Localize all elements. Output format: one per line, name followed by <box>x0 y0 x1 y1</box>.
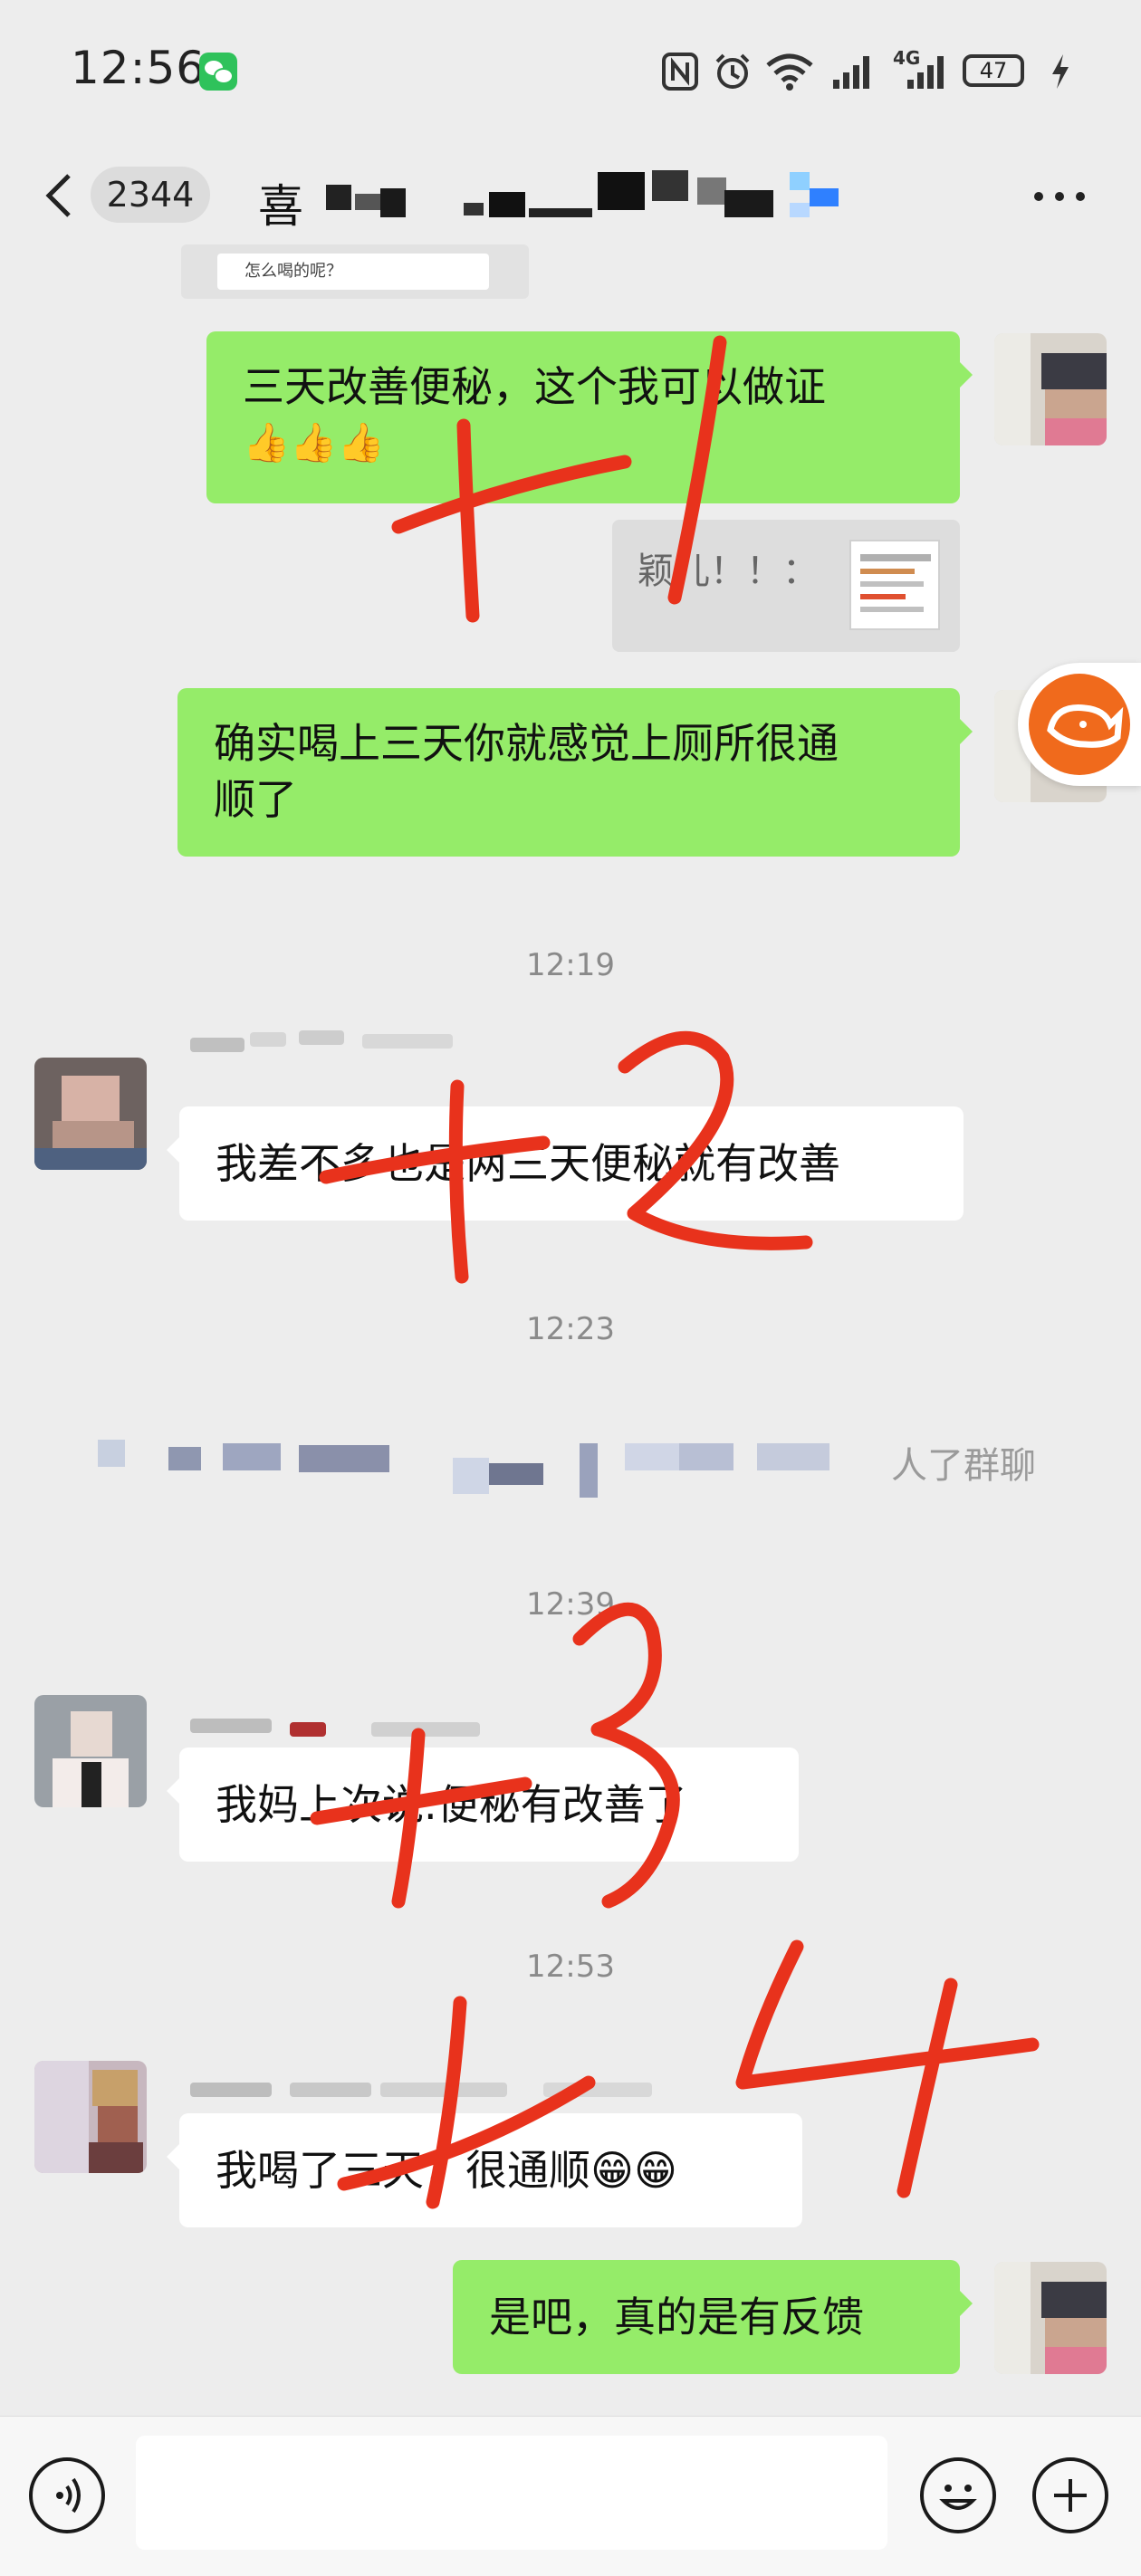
message-input[interactable] <box>136 2436 887 2550</box>
signal-icon-1 <box>833 56 869 89</box>
more-options-button[interactable] <box>1031 174 1088 219</box>
message-bubble-me[interactable]: 确实喝上三天你就感觉上厕所很通 顺了 <box>177 688 973 857</box>
more-dot <box>1076 192 1085 201</box>
message-text-line1: 确实喝上三天你就感觉上厕所很通 <box>214 719 839 768</box>
reply-quote-card[interactable]: 颖儿！！： <box>612 520 960 652</box>
more-functions-button[interactable] <box>1032 2457 1108 2533</box>
reply-quote-thumbnail <box>849 540 940 630</box>
more-dots-icon <box>1034 192 1043 201</box>
chevron-left-icon <box>45 174 71 217</box>
plus-icon <box>1054 2479 1087 2512</box>
voice-button[interactable] <box>29 2457 105 2533</box>
system-notice-text: 人了群聊 <box>891 1445 1036 1487</box>
status-time: 12:56 <box>71 42 206 94</box>
my-avatar[interactable] <box>994 333 1107 445</box>
message-text-line2: 顺了 <box>214 775 297 824</box>
message-bubble-me[interactable]: 三天改善便秘，这个我可以做证 👍👍👍 <box>206 331 973 503</box>
status-bar: 12:56 4G 47 <box>0 0 1141 136</box>
emoji-button[interactable] <box>920 2457 996 2533</box>
chat-title: 喜 <box>258 180 303 233</box>
signal-icon-2 <box>907 56 944 89</box>
quoted-message-card[interactable]: 怎么喝的呢？ <box>181 244 529 299</box>
unread-count-badge[interactable]: 2344 <box>91 167 210 223</box>
message-bubble-other[interactable]: 我差不多也是两三天便秘就有改善 <box>167 1106 964 1221</box>
floating-assistant-button[interactable] <box>1018 663 1141 786</box>
timestamp: 12:39 <box>526 1586 615 1623</box>
reply-quote-text: 颖儿！！： <box>638 551 819 592</box>
message-text: 三天改善便秘，这个我可以做证 <box>243 362 826 411</box>
message-bubble-me[interactable]: 是吧，真的是有反馈 <box>453 2260 973 2374</box>
alarm-icon <box>715 53 750 89</box>
quoted-message-text: 怎么喝的呢？ <box>217 254 489 290</box>
wifi-icon <box>766 53 813 91</box>
thumbs-up-emoji: 👍👍👍 <box>243 420 385 464</box>
message-bubble-other[interactable]: 我妈上次说.便秘有改善了 <box>167 1748 799 1862</box>
contact-avatar[interactable] <box>34 1058 147 1170</box>
wechat-notification-icon <box>199 53 237 91</box>
back-button[interactable] <box>36 170 82 221</box>
contact-avatar[interactable] <box>34 1695 147 1807</box>
whale-icon <box>1029 674 1130 775</box>
my-avatar[interactable] <box>994 2262 1107 2374</box>
timestamp: 12:53 <box>526 1949 615 1985</box>
voice-icon <box>56 2477 81 2514</box>
system-join-notice: 人了群聊 <box>0 1431 1141 1503</box>
timestamp: 12:23 <box>526 1311 615 1347</box>
charging-icon <box>1052 54 1069 89</box>
contact-avatar[interactable] <box>34 2061 147 2173</box>
battery-indicator: 47 <box>963 54 1024 87</box>
timestamp: 12:19 <box>526 947 615 983</box>
nfc-icon <box>662 53 698 91</box>
more-dot <box>1055 192 1064 201</box>
message-bubble-other[interactable]: 我喝了三天，很通顺😁😁 <box>167 2113 802 2227</box>
emoji-icon <box>939 2485 977 2510</box>
